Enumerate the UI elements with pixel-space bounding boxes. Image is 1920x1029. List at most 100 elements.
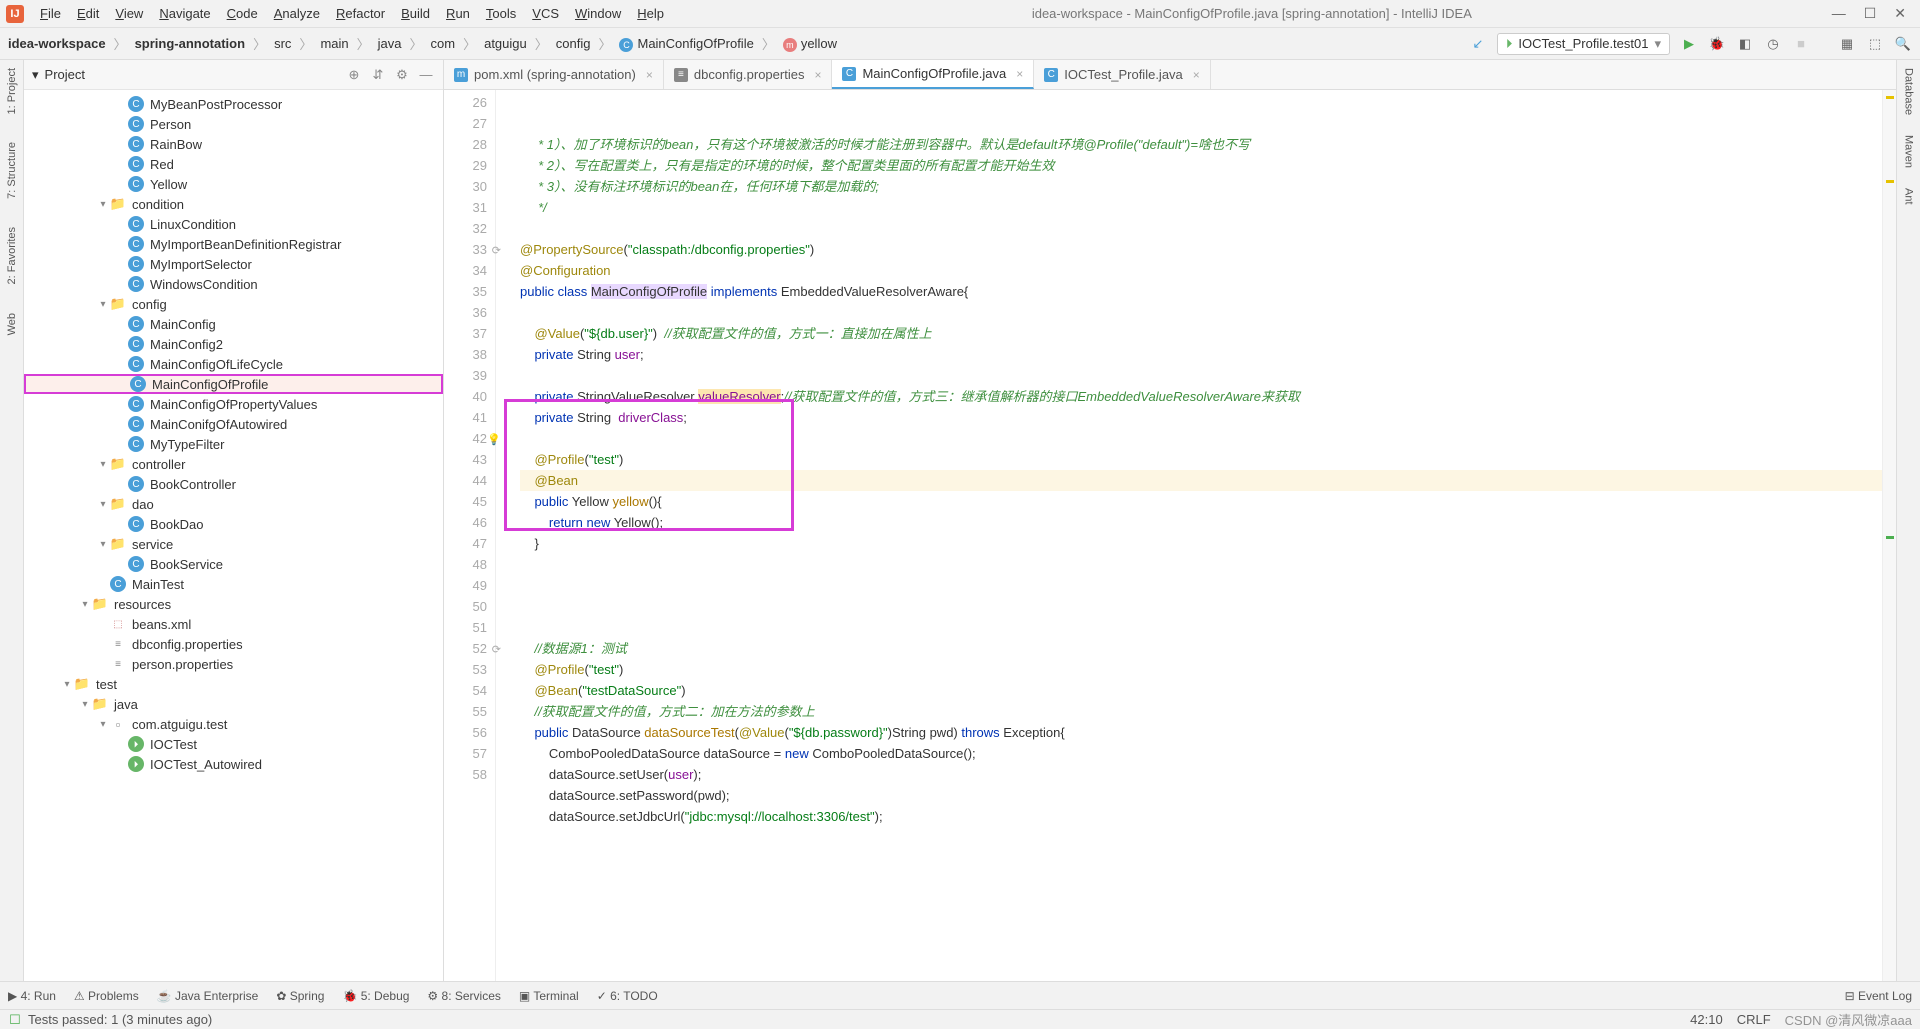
code-line[interactable]: public class MainConfigOfProfile impleme… — [520, 281, 1882, 302]
tree-node[interactable]: MainConfigOfProfile — [24, 374, 443, 394]
right-tab[interactable]: Ant — [1901, 184, 1917, 209]
coverage-icon[interactable]: ◧ — [1736, 35, 1754, 53]
menu-code[interactable]: Code — [219, 6, 266, 21]
close-tab-icon[interactable]: × — [1193, 68, 1200, 82]
code-line[interactable]: @PropertySource("classpath:/dbconfig.pro… — [520, 239, 1882, 260]
code-line[interactable]: private StringValueResolver valueResolve… — [520, 386, 1882, 407]
menu-view[interactable]: View — [107, 6, 151, 21]
gear-icon[interactable]: ⚙ — [393, 66, 411, 84]
code-line[interactable] — [520, 575, 1882, 596]
menu-vcs[interactable]: VCS — [524, 6, 567, 21]
breadcrumb-item[interactable]: spring-annotation — [135, 36, 246, 51]
tree-node[interactable]: BookService — [24, 554, 443, 574]
menu-navigate[interactable]: Navigate — [151, 6, 218, 21]
structure-icon[interactable]: ▦ — [1838, 35, 1856, 53]
tree-node[interactable]: BookController — [24, 474, 443, 494]
tree-node[interactable]: MainConfig — [24, 314, 443, 334]
update-project-icon[interactable]: ↙ — [1469, 35, 1487, 53]
menu-file[interactable]: File — [32, 6, 69, 21]
code-line[interactable]: ComboPooledDataSource dataSource = new C… — [520, 743, 1882, 764]
project-tree[interactable]: MyBeanPostProcessorPersonRainBowRedYello… — [24, 90, 443, 981]
tree-node[interactable]: ▾controller — [24, 454, 443, 474]
close-tab-icon[interactable]: × — [646, 68, 653, 82]
tree-node[interactable]: WindowsCondition — [24, 274, 443, 294]
line-number[interactable]: 52⟳ — [444, 638, 487, 659]
tree-node[interactable]: ▾resources — [24, 594, 443, 614]
breadcrumb-item[interactable]: src — [274, 36, 291, 51]
code-line[interactable]: } — [520, 533, 1882, 554]
overview-ruler[interactable] — [1882, 90, 1896, 981]
breadcrumb-item[interactable]: CMainConfigOfProfile — [619, 36, 753, 52]
line-number[interactable]: 54 — [444, 680, 487, 701]
line-number[interactable]: 33⟳ — [444, 239, 487, 260]
breadcrumb-item[interactable]: config — [556, 36, 591, 51]
line-number[interactable]: 47 — [444, 533, 487, 554]
breadcrumb-item[interactable]: java — [378, 36, 402, 51]
tree-arrow-icon[interactable]: ▾ — [96, 199, 110, 210]
close-tab-icon[interactable]: × — [1016, 67, 1023, 81]
left-tab[interactable]: Web — [4, 309, 20, 339]
bottom-tab[interactable]: ⚙ 8: Services — [427, 989, 500, 1003]
editor-tab[interactable]: CMainConfigOfProfile.java× — [832, 60, 1034, 89]
line-number[interactable]: 31 — [444, 197, 487, 218]
search-icon[interactable]: 🔍 — [1894, 35, 1912, 53]
code-line[interactable]: private String user; — [520, 344, 1882, 365]
editor-tab[interactable]: mpom.xml (spring-annotation)× — [444, 60, 664, 89]
breadcrumb-item[interactable]: idea-workspace — [8, 36, 106, 51]
tree-node[interactable]: Red — [24, 154, 443, 174]
debug-icon[interactable]: 🐞 — [1708, 35, 1726, 53]
line-separator[interactable]: CRLF — [1737, 1012, 1771, 1027]
tree-node[interactable]: ▾dao — [24, 494, 443, 514]
line-number[interactable]: 58 — [444, 764, 487, 785]
tree-node[interactable]: ▾com.atguigu.test — [24, 714, 443, 734]
left-tab[interactable]: 7: Structure — [4, 138, 20, 203]
editor-code[interactable]: * 1）、加了环境标识的bean，只有这个环境被激活的时候才能注册到容器中。默认… — [496, 90, 1882, 981]
code-line[interactable]: return new Yellow(); — [520, 512, 1882, 533]
line-number[interactable]: 41 — [444, 407, 487, 428]
tree-node[interactable]: beans.xml — [24, 614, 443, 634]
code-line[interactable]: public DataSource dataSourceTest(@Value(… — [520, 722, 1882, 743]
profile-icon[interactable]: ◷ — [1764, 35, 1782, 53]
tree-node[interactable]: MyBeanPostProcessor — [24, 94, 443, 114]
editor-tab[interactable]: CIOCTest_Profile.java× — [1034, 60, 1211, 89]
code-line[interactable] — [520, 617, 1882, 638]
code-line[interactable] — [520, 596, 1882, 617]
tree-arrow-icon[interactable]: ▾ — [60, 679, 74, 690]
code-line[interactable]: private String driverClass; — [520, 407, 1882, 428]
bottom-tab[interactable]: ✓ 6: TODO — [597, 989, 658, 1003]
line-number[interactable]: 43 — [444, 449, 487, 470]
tree-node[interactable]: person.properties — [24, 654, 443, 674]
code-line[interactable] — [520, 428, 1882, 449]
tree-node[interactable]: MyImportBeanDefinitionRegistrar — [24, 234, 443, 254]
bottom-tab[interactable]: ▣ Terminal — [519, 989, 579, 1003]
tree-node[interactable]: IOCTest_Autowired — [24, 754, 443, 774]
code-line[interactable]: * 3）、没有标注环境标识的bean在，任何环境下都是加载的; — [520, 176, 1882, 197]
line-number[interactable]: 28 — [444, 134, 487, 155]
editor-tab[interactable]: ≡dbconfig.properties× — [664, 60, 833, 89]
line-number[interactable]: 35 — [444, 281, 487, 302]
line-number[interactable]: 26 — [444, 92, 487, 113]
tree-arrow-icon[interactable]: ▾ — [96, 459, 110, 470]
code-line[interactable]: public Yellow yellow(){ — [520, 491, 1882, 512]
tree-node[interactable]: BookDao — [24, 514, 443, 534]
tree-node[interactable]: MyImportSelector — [24, 254, 443, 274]
line-number[interactable]: 27 — [444, 113, 487, 134]
line-number[interactable]: 42💡 — [444, 428, 487, 449]
project-select-icon[interactable]: ▾ — [32, 67, 39, 83]
line-number[interactable]: 38 — [444, 344, 487, 365]
right-tab[interactable]: Maven — [1901, 131, 1917, 172]
caret-position[interactable]: 42:10 — [1690, 1012, 1723, 1027]
tree-arrow-icon[interactable]: ▾ — [78, 699, 92, 710]
code-line[interactable]: //数据源1：测试 — [520, 638, 1882, 659]
tree-node[interactable]: MainConfigOfPropertyValues — [24, 394, 443, 414]
right-tab[interactable]: Database — [1901, 64, 1917, 119]
line-number[interactable]: 29 — [444, 155, 487, 176]
code-line[interactable]: */ — [520, 197, 1882, 218]
tree-node[interactable]: MainConfig2 — [24, 334, 443, 354]
line-number[interactable]: 55 — [444, 701, 487, 722]
tree-node[interactable]: MainConifgOfAutowired — [24, 414, 443, 434]
tree-arrow-icon[interactable]: ▾ — [96, 499, 110, 510]
code-line[interactable]: @Profile("test") — [520, 449, 1882, 470]
breadcrumb-item[interactable]: myellow — [783, 36, 837, 52]
settings-icon[interactable]: ⬚ — [1866, 35, 1884, 53]
